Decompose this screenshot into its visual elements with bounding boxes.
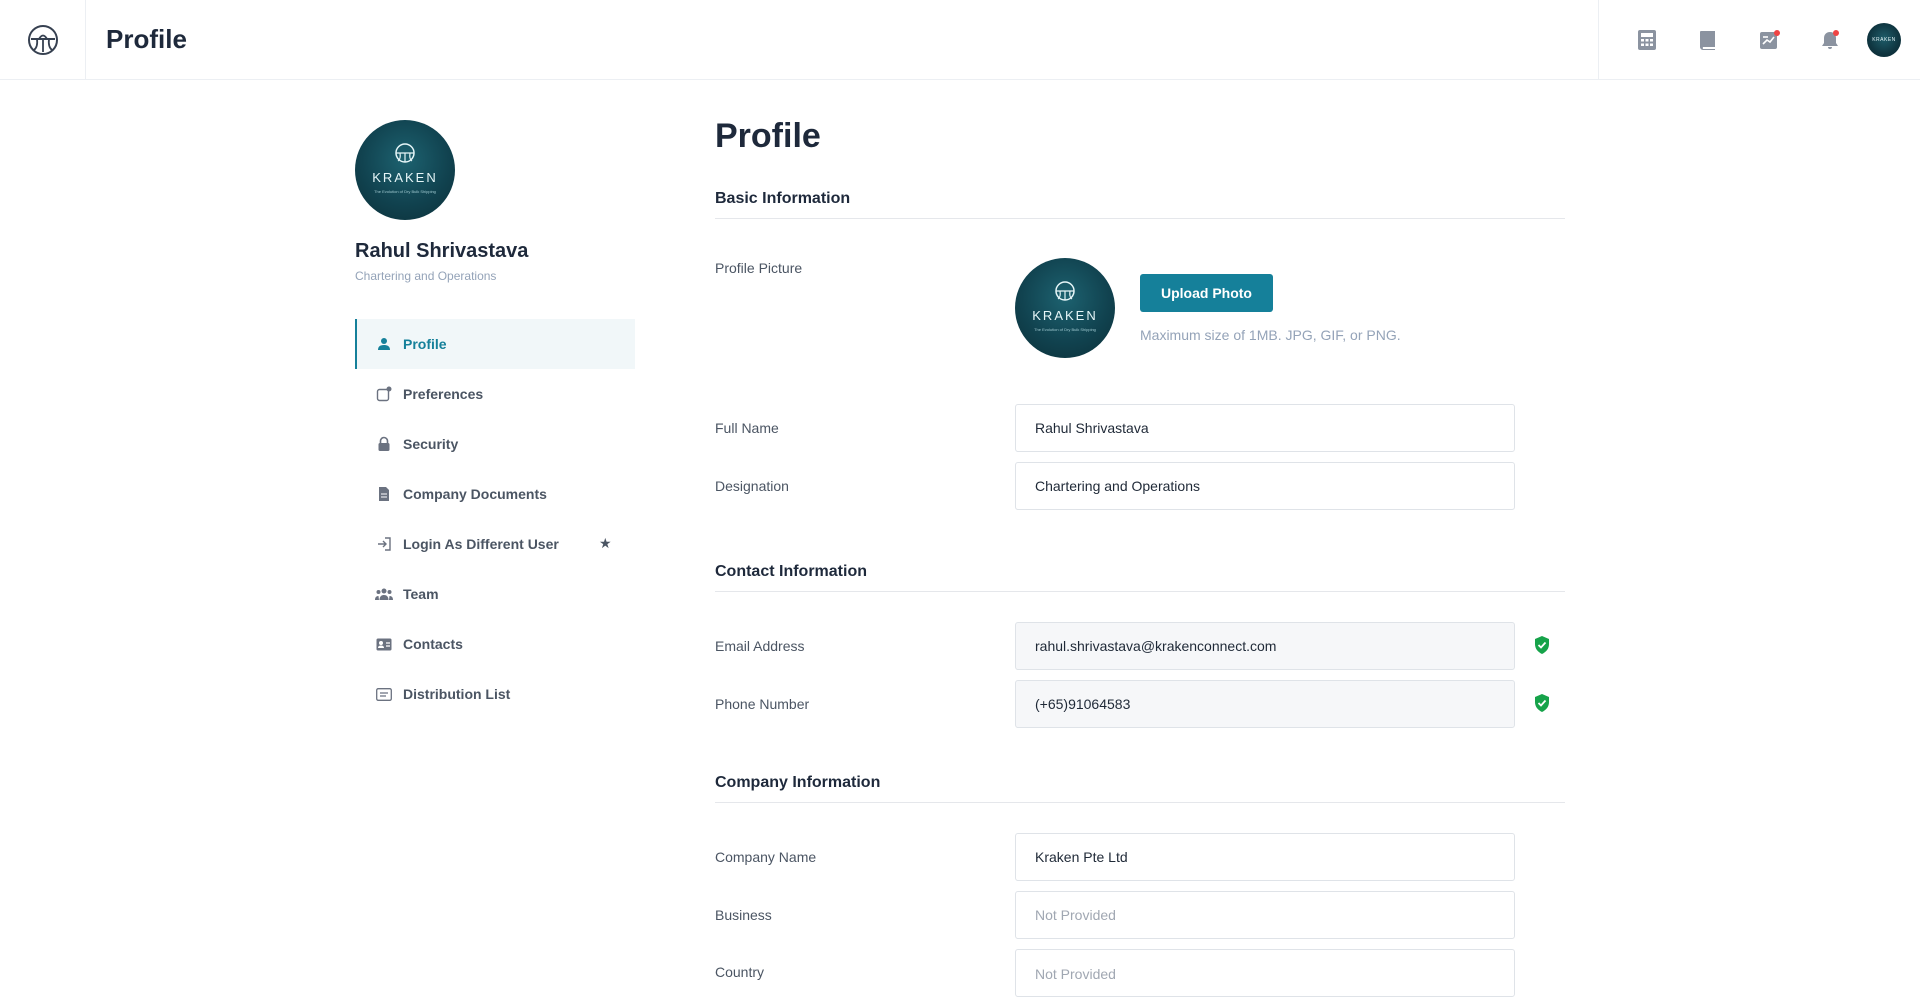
sidebar-item-security[interactable]: Security — [355, 419, 635, 469]
phone-number-label: Phone Number — [715, 696, 810, 712]
avatar-brand-tagline: The Evolution of Dry Bulk Shipping — [374, 189, 436, 194]
kraken-logo-icon — [27, 25, 58, 55]
analytics-icon[interactable] — [1755, 26, 1783, 54]
designation-label: Designation — [715, 478, 789, 494]
contact-card-icon — [375, 635, 393, 653]
calculator-icon[interactable] — [1633, 26, 1661, 54]
sidebar-item-label: Company Documents — [403, 486, 547, 502]
user-name: Rahul Shrivastava — [355, 240, 529, 262]
top-bar: Profile KRAKEN — [0, 0, 1920, 80]
avatar-brand-word: KRAKEN — [372, 170, 438, 185]
list-icon — [375, 685, 393, 703]
page-header-title: Profile — [106, 24, 187, 54]
phone-field[interactable]: (+65)91064583 — [1015, 680, 1515, 728]
full-name-label: Full Name — [715, 420, 779, 436]
verified-shield-icon — [1535, 636, 1549, 654]
company-name-field[interactable]: Kraken Pte Ltd — [1015, 833, 1515, 881]
team-icon — [375, 585, 393, 603]
top-toolbar: KRAKEN — [1598, 0, 1920, 80]
sidebar-item-preferences[interactable]: Preferences — [355, 369, 635, 419]
sidebar-item-label: Distribution List — [403, 686, 511, 702]
section-divider — [715, 802, 1565, 803]
preferences-icon — [375, 385, 393, 403]
verified-shield-icon — [1535, 694, 1549, 712]
document-icon — [375, 485, 393, 503]
sidebar-item-login-as-different-user[interactable]: Login As Different User ★ — [355, 519, 635, 569]
page-title: Profile — [715, 117, 821, 155]
sidebar-item-contacts[interactable]: Contacts — [355, 619, 635, 669]
email-address-label: Email Address — [715, 638, 805, 654]
sidebar-item-distribution-list[interactable]: Distribution List — [355, 669, 635, 719]
country-field[interactable]: Not Provided — [1015, 949, 1515, 997]
company-information-heading: Company Information — [715, 774, 881, 791]
section-divider — [715, 218, 1565, 219]
sidebar-item-company-documents[interactable]: Company Documents — [355, 469, 635, 519]
company-name-label: Company Name — [715, 849, 817, 865]
email-field[interactable]: rahul.shrivastava@krakenconnect.com — [1015, 622, 1515, 670]
designation-field[interactable]: Chartering and Operations — [1015, 462, 1515, 510]
picture-brand-tagline: The Evolution of Dry Bulk Shipping — [1034, 327, 1096, 332]
sidebar-item-label: Team — [403, 586, 439, 602]
lock-icon — [375, 435, 393, 453]
sidebar-item-team[interactable]: Team — [355, 569, 635, 619]
business-field[interactable]: Not Provided — [1015, 891, 1515, 939]
profile-picture: KRAKEN The Evolution of Dry Bulk Shippin… — [1015, 258, 1115, 358]
sidebar-avatar: KRAKEN The Evolution of Dry Bulk Shippin… — [355, 120, 455, 220]
sidebar-item-profile[interactable]: Profile — [355, 319, 635, 369]
picture-brand-word: KRAKEN — [1032, 308, 1098, 323]
login-icon — [375, 535, 393, 553]
basic-information-heading: Basic Information — [715, 190, 851, 207]
sidebar-item-label: Security — [403, 436, 459, 452]
notification-bell-icon[interactable] — [1816, 26, 1844, 54]
full-name-field[interactable]: Rahul Shrivastava — [1015, 404, 1515, 452]
app-logo[interactable] — [0, 0, 86, 80]
book-icon[interactable] — [1694, 26, 1722, 54]
person-icon — [375, 335, 393, 353]
star-icon[interactable]: ★ — [599, 535, 612, 552]
user-avatar[interactable]: KRAKEN — [1867, 23, 1901, 57]
sidebar-item-label: Login As Different User — [403, 536, 559, 552]
contact-information-heading: Contact Information — [715, 563, 867, 580]
profile-nav: Profile Preferences Security Company Doc… — [355, 319, 635, 719]
sidebar-item-label: Profile — [403, 336, 447, 352]
user-role: Chartering and Operations — [355, 269, 497, 283]
section-divider — [715, 591, 1565, 592]
upload-photo-button[interactable]: Upload Photo — [1140, 274, 1273, 312]
business-label: Business — [715, 907, 772, 923]
upload-hint: Maximum size of 1MB. JPG, GIF, or PNG. — [1140, 327, 1401, 343]
sidebar-item-label: Contacts — [403, 636, 463, 652]
sidebar-item-label: Preferences — [403, 386, 484, 402]
country-label: Country — [715, 964, 765, 980]
avatar-text: KRAKEN — [1872, 37, 1896, 43]
profile-picture-label: Profile Picture — [715, 260, 803, 276]
